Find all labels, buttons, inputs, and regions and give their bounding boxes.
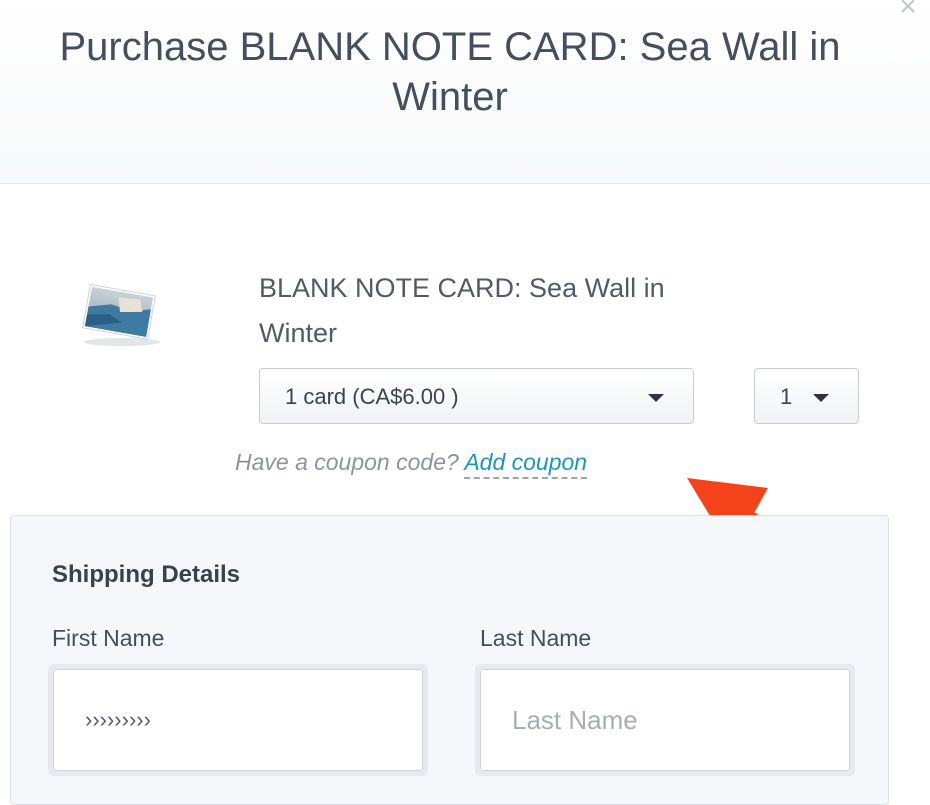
coupon-prompt-line: Have a coupon code? Add coupon	[235, 449, 588, 479]
first-name-label: First Name	[52, 625, 165, 651]
add-coupon-link[interactable]: Add coupon	[464, 449, 588, 479]
product-thumbnail	[82, 283, 160, 346]
modal-header: × Purchase BLANK NOTE CARD: Sea Wall in …	[0, 0, 930, 184]
first-name-field-wrapper	[48, 664, 428, 776]
variant-select[interactable]: 1 card (CA$6.00 )	[259, 368, 694, 424]
close-icon[interactable]: ×	[896, 0, 920, 22]
last-name-label: Last Name	[480, 625, 592, 651]
page-title: Purchase BLANK NOTE CARD: Sea Wall in Wi…	[59, 25, 841, 119]
product-name: BLANK NOTE CARD: Sea Wall in Winter	[259, 273, 665, 348]
chevron-down-icon	[648, 394, 664, 402]
last-name-input[interactable]	[480, 669, 850, 771]
coupon-prompt: Have a coupon code?	[235, 449, 459, 475]
first-name-input[interactable]	[53, 669, 423, 771]
chevron-down-icon	[813, 394, 829, 402]
quantity-select-value: 1	[780, 384, 793, 409]
shipping-details-title: Shipping Details	[52, 561, 241, 588]
last-name-field-wrapper	[475, 664, 855, 776]
quantity-select[interactable]: 1	[754, 368, 859, 424]
variant-select-value: 1 card (CA$6.00 )	[285, 384, 459, 409]
shipping-details-panel: Shipping Details First Name Last Name	[10, 515, 889, 805]
